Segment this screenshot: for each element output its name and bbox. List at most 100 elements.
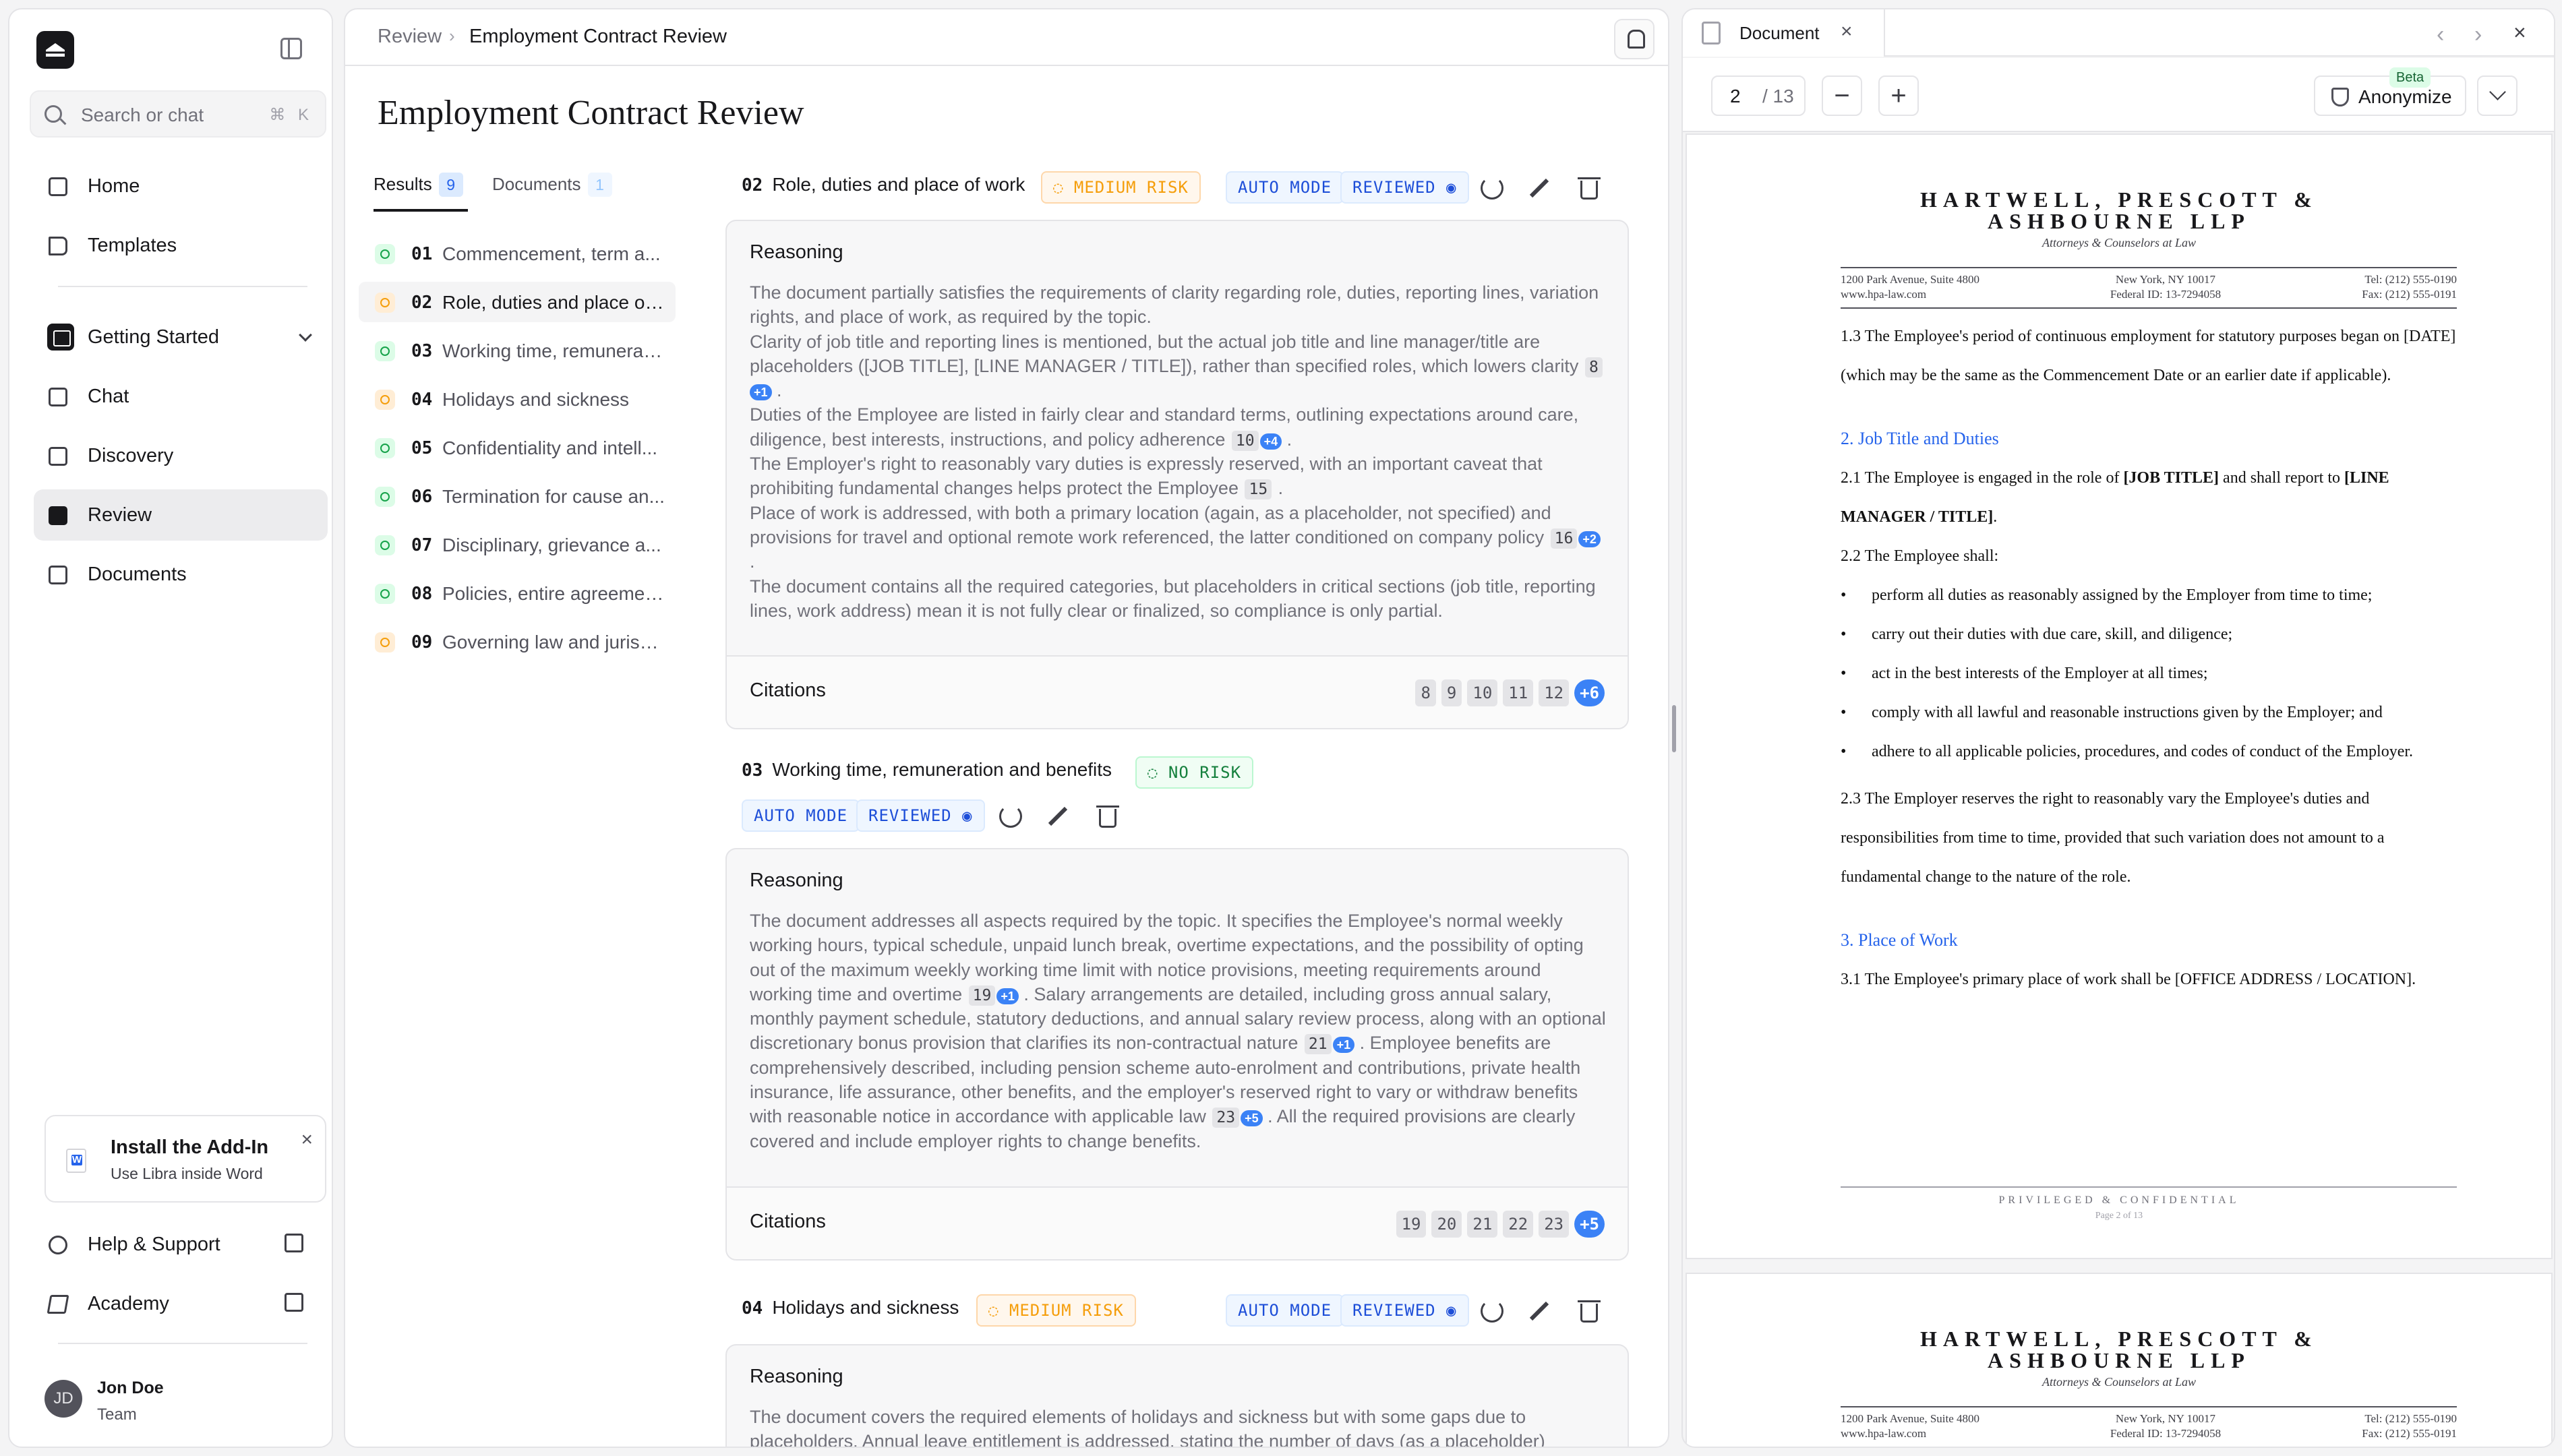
clause-3-1: 3.1 The Employee's primary place of work… bbox=[1841, 971, 2416, 988]
nav-templates[interactable]: Templates bbox=[34, 220, 328, 271]
breadcrumb-review[interactable]: Review bbox=[378, 26, 442, 48]
citation-chips: 19 20 21 22 23 +5 bbox=[1396, 1211, 1605, 1238]
nav-documents[interactable]: Documents bbox=[34, 549, 328, 600]
close-icon[interactable]: × bbox=[301, 1128, 313, 1151]
search-input[interactable]: Search or chat ⌘ K bbox=[30, 90, 326, 138]
user-profile[interactable]: JD Jon Doe Team bbox=[44, 1368, 328, 1428]
beta-badge: Beta bbox=[2389, 67, 2431, 88]
nav-academy[interactable]: Academy bbox=[34, 1278, 328, 1329]
collapse-sidebar-icon[interactable] bbox=[280, 38, 302, 59]
citations-bar: Citations 8 9 10 11 12 +6 bbox=[727, 655, 1628, 728]
citation-chip[interactable]: 19 bbox=[1396, 1211, 1427, 1238]
nav-discovery-label: Discovery bbox=[88, 445, 174, 466]
chevron-left-icon[interactable]: ‹ bbox=[2437, 22, 2444, 48]
firm-name: ASHBOURNE LLP bbox=[1988, 1348, 2251, 1372]
duty-bullet: act in the best interests of the Employe… bbox=[1841, 654, 2457, 693]
breadcrumb-separator: › bbox=[449, 26, 455, 46]
addin-subtitle: Use Libra inside Word bbox=[111, 1165, 263, 1182]
duty-bullet: carry out their duties with due care, sk… bbox=[1841, 615, 2457, 654]
notifications-bell-icon[interactable] bbox=[1614, 19, 1655, 59]
install-addin-card[interactable]: Install the Add-In Use Libra inside Word… bbox=[44, 1115, 326, 1203]
section-title: Role, duties and place of work bbox=[772, 174, 1025, 195]
citation-chip[interactable]: +5 bbox=[1574, 1211, 1605, 1238]
address-line: Tel: (212) 555-0190 bbox=[2364, 273, 2457, 286]
citation-chip[interactable]: 21 bbox=[1467, 1211, 1498, 1238]
section-title: Holidays and sickness bbox=[772, 1297, 959, 1318]
nav-getting-started[interactable]: Getting Started bbox=[34, 311, 328, 363]
search-placeholder: Search or chat bbox=[81, 104, 204, 125]
avatar: JD bbox=[44, 1380, 82, 1418]
refresh-icon[interactable] bbox=[999, 805, 1022, 828]
citation-chip[interactable]: 8 bbox=[1415, 679, 1436, 706]
close-icon[interactable]: × bbox=[2513, 20, 2526, 45]
reasoning-text: The document addresses all aspects requi… bbox=[750, 911, 1606, 1151]
edit-icon[interactable] bbox=[1046, 805, 1069, 828]
result-list-item[interactable]: 09 Governing law and jurisdi... bbox=[359, 621, 676, 662]
address-line: Fax: (212) 555-0191 bbox=[2362, 288, 2457, 301]
delete-icon[interactable] bbox=[1096, 806, 1119, 828]
nav-review[interactable]: Review bbox=[34, 489, 328, 541]
refresh-icon[interactable] bbox=[1481, 177, 1503, 200]
refresh-icon[interactable] bbox=[1481, 1300, 1503, 1323]
citation-chip[interactable]: 10 bbox=[1467, 679, 1498, 706]
nav-discovery[interactable]: Discovery bbox=[34, 430, 328, 481]
result-list-item[interactable]: 08 Policies, entire agreemen... bbox=[359, 573, 676, 613]
risk-label: MEDIUM RISK bbox=[1073, 178, 1189, 197]
app-logo[interactable] bbox=[36, 31, 74, 69]
close-icon[interactable]: × bbox=[1841, 20, 1853, 43]
item-number: 01 bbox=[411, 244, 433, 264]
result-list-item[interactable]: 03 Working time, remunerati... bbox=[359, 330, 676, 371]
nav-home[interactable]: Home bbox=[34, 160, 328, 212]
page-number-input[interactable]: 2 / 13 bbox=[1711, 75, 1806, 116]
result-list-item[interactable]: 01 Commencement, term a... bbox=[359, 233, 676, 274]
total-pages: / 13 bbox=[1762, 86, 1794, 107]
result-list-item[interactable]: 04 Holidays and sickness bbox=[359, 379, 676, 419]
zoom-out-button[interactable]: − bbox=[1822, 75, 1862, 116]
check-circle-icon bbox=[375, 341, 395, 361]
item-number: 09 bbox=[411, 632, 433, 653]
edit-icon[interactable] bbox=[1528, 177, 1551, 200]
item-label: Commencement, term a... bbox=[442, 243, 661, 264]
nav-getting-started-label: Getting Started bbox=[88, 326, 220, 348]
anonymize-label: Anonymize bbox=[2358, 86, 2452, 107]
nav-chat[interactable]: Chat bbox=[34, 371, 328, 422]
citation-chip[interactable]: +6 bbox=[1574, 679, 1605, 706]
check-circle-icon bbox=[375, 487, 395, 507]
citation-chip[interactable]: 11 bbox=[1503, 679, 1534, 706]
resize-handle[interactable] bbox=[1672, 705, 1676, 752]
document-body: 1.3 The Employee's period of continuous … bbox=[1841, 317, 2457, 999]
result-list-item[interactable]: 06 Termination for cause an... bbox=[359, 476, 676, 516]
item-number: 06 bbox=[411, 487, 433, 507]
chevron-right-icon[interactable]: › bbox=[2474, 22, 2482, 48]
result-list-item[interactable]: 05 Confidentiality and intell... bbox=[359, 427, 676, 468]
address-line: www.hpa-law.com bbox=[1841, 1427, 1927, 1440]
nav-help-support[interactable]: Help & Support bbox=[34, 1219, 328, 1270]
citation-chip[interactable]: 22 bbox=[1503, 1211, 1534, 1238]
table-icon bbox=[49, 447, 67, 466]
documents-count-badge: 1 bbox=[587, 173, 612, 197]
download-icon[interactable] bbox=[2477, 75, 2518, 116]
document-viewer: Document × ‹ › × 2 / 13 − + Anonymize Be… bbox=[1681, 8, 2555, 1448]
heading-place-of-work: 3. Place of Work bbox=[1841, 930, 1958, 950]
tab-documents[interactable]: Documents 1 bbox=[492, 173, 612, 197]
citation-chip[interactable]: 9 bbox=[1441, 679, 1462, 706]
tab-results[interactable]: Results 9 bbox=[374, 173, 463, 197]
edit-icon[interactable] bbox=[1528, 1300, 1551, 1323]
auto-mode-badge: AUTO MODE bbox=[742, 799, 860, 832]
section-number: 03 bbox=[742, 760, 763, 781]
address-line: Federal ID: 13-7294058 bbox=[2110, 288, 2222, 301]
result-list-item[interactable]: 02 Role, duties and place of ... bbox=[359, 282, 676, 322]
item-label: Working time, remunerati... bbox=[442, 340, 665, 361]
tab-document[interactable]: Document × bbox=[1683, 9, 1885, 57]
citation-chip[interactable]: 20 bbox=[1431, 1211, 1462, 1238]
reasoning-heading: Reasoning bbox=[750, 1366, 843, 1387]
citation-chip[interactable]: 23 bbox=[1539, 1211, 1570, 1238]
zoom-in-button[interactable]: + bbox=[1878, 75, 1919, 116]
firm-address: 1200 Park Avenue, Suite 4800 www.hpa-law.… bbox=[1841, 272, 1979, 302]
address-line: www.hpa-law.com bbox=[1841, 288, 1927, 301]
result-list-item[interactable]: 07 Disciplinary, grievance a... bbox=[359, 524, 676, 565]
risk-badge-medium: ◌ MEDIUM RISK bbox=[1041, 171, 1201, 204]
delete-icon[interactable] bbox=[1578, 177, 1601, 200]
citation-chip[interactable]: 12 bbox=[1539, 679, 1570, 706]
delete-icon[interactable] bbox=[1578, 1300, 1601, 1323]
